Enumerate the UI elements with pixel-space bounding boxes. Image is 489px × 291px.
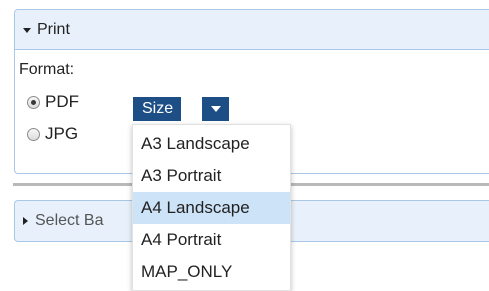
print-panel-title: Print bbox=[37, 20, 70, 38]
print-panel-header[interactable]: Print bbox=[15, 10, 489, 50]
menu-item-a3-landscape[interactable]: A3 Landscape bbox=[133, 128, 290, 160]
format-label: Format: bbox=[19, 61, 75, 78]
select-panel-title: Select Ba bbox=[35, 212, 104, 229]
format-option-pdf-label: PDF bbox=[45, 92, 79, 111]
chevron-down-icon bbox=[210, 106, 221, 112]
format-option-pdf[interactable]: PDF bbox=[27, 92, 79, 112]
radio-pdf[interactable] bbox=[27, 95, 40, 109]
size-menu: A3 Landscape A3 Portrait A4 Landscape A4… bbox=[132, 124, 291, 291]
radio-jpg[interactable] bbox=[27, 127, 40, 141]
menu-item-map-only[interactable]: MAP_ONLY bbox=[133, 256, 290, 288]
size-button[interactable]: Size bbox=[133, 97, 182, 121]
caret-down-icon bbox=[23, 27, 31, 33]
menu-item-a4-portrait[interactable]: A4 Portrait bbox=[133, 224, 290, 256]
menu-item-a3-portrait[interactable]: A3 Portrait bbox=[133, 160, 290, 192]
size-dropdown-button[interactable] bbox=[202, 97, 229, 121]
menu-item-a4-landscape[interactable]: A4 Landscape bbox=[133, 192, 290, 224]
format-option-jpg-label: JPG bbox=[45, 124, 79, 143]
caret-right-icon bbox=[23, 217, 28, 225]
format-option-jpg[interactable]: JPG bbox=[27, 124, 78, 144]
